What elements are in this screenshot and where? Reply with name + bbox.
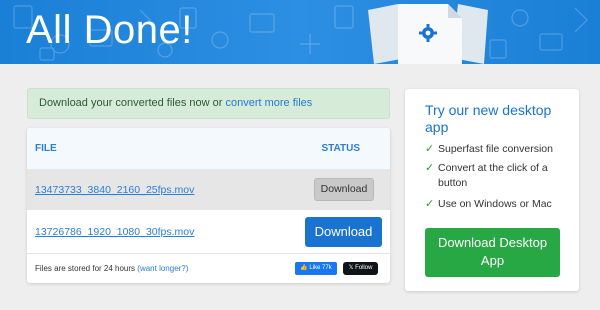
table-row: 13726786_1920_1080_30fps.mov Download bbox=[27, 210, 390, 254]
table-header: FILE STATUS bbox=[27, 128, 390, 170]
page-title: All Done! bbox=[26, 8, 193, 52]
success-notice: Download your converted files now or con… bbox=[27, 88, 390, 119]
feature-text: Use on Windows or Mac bbox=[438, 198, 552, 210]
feature-item: ✓ Use on Windows or Mac bbox=[425, 197, 565, 212]
column-header-status: STATUS bbox=[321, 143, 360, 154]
check-icon: ✓ bbox=[425, 143, 435, 155]
promo-title: Try our new desktop app bbox=[425, 102, 552, 135]
file-link[interactable]: 13473733_3840_2160_25fps.mov bbox=[35, 184, 194, 196]
check-icon: ✓ bbox=[425, 198, 435, 210]
notice-text: Download your converted files now or bbox=[39, 97, 226, 109]
download-desktop-app-button[interactable]: Download Desktop App bbox=[425, 228, 560, 277]
card-footer: Files are stored for 24 hours (want long… bbox=[27, 254, 390, 283]
download-button[interactable]: Download bbox=[305, 217, 382, 247]
convert-more-link[interactable]: convert more files bbox=[225, 97, 312, 109]
column-header-file: FILE bbox=[35, 143, 57, 154]
file-link[interactable]: 13726786_1920_1080_30fps.mov bbox=[35, 226, 194, 238]
table-row: 13473733_3840_2160_25fps.mov Download bbox=[27, 170, 390, 210]
header-banner: All Done! bbox=[0, 0, 600, 64]
facebook-like-button[interactable]: 👍 Like 77k bbox=[295, 262, 337, 275]
want-longer-link[interactable]: (want longer?) bbox=[137, 264, 188, 273]
check-icon: ✓ bbox=[425, 162, 435, 174]
download-button[interactable]: Download bbox=[314, 178, 374, 201]
storage-note-text: Files are stored for 24 hours bbox=[35, 264, 138, 273]
feature-text: Convert at the click of a button bbox=[438, 162, 548, 189]
feature-text: Superfast file conversion bbox=[438, 143, 553, 155]
feature-item: ✓ Superfast file conversion bbox=[425, 142, 565, 157]
storage-note: Files are stored for 24 hours (want long… bbox=[35, 264, 188, 273]
files-table-card: FILE STATUS 13473733_3840_2160_25fps.mov… bbox=[27, 128, 390, 283]
desktop-app-promo: Try our new desktop app ✓ Superfast file… bbox=[405, 89, 579, 291]
feature-item: ✓ Convert at the click of a button bbox=[425, 161, 565, 191]
gear-document-icon bbox=[368, 4, 488, 64]
x-follow-button[interactable]: 𝕏 Follow bbox=[343, 262, 378, 275]
